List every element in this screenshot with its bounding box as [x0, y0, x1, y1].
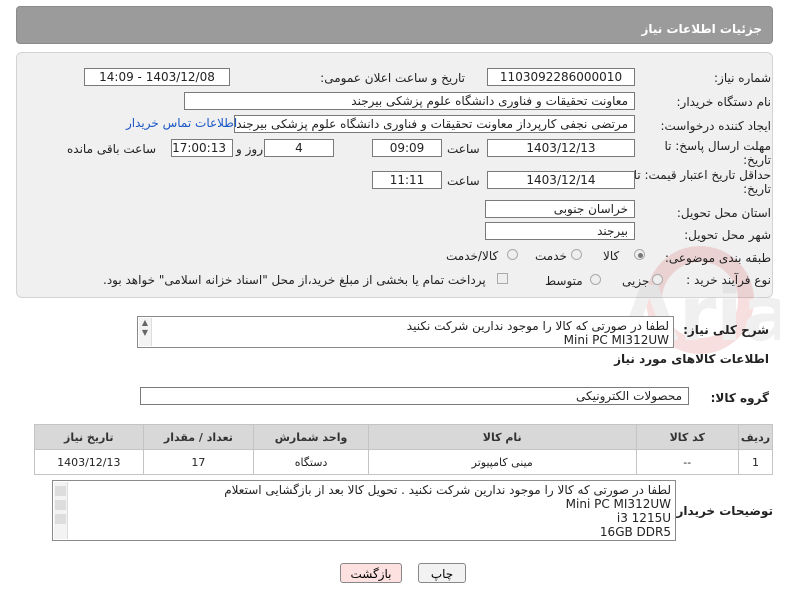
category-goods-label: کالا — [603, 249, 620, 263]
page-header: جزئیات اطلاعات نیاز — [16, 6, 773, 44]
scroll-track[interactable] — [55, 500, 66, 510]
remaining-time-label: ساعت باقی مانده — [67, 142, 157, 156]
desc-scrollbar[interactable]: ▲ ▼ — [139, 318, 152, 346]
category-goods-service-radio[interactable] — [507, 249, 518, 260]
buyer-notes-textarea[interactable]: لطفا در صورتی که کالا را موجود ندارین شر… — [52, 480, 676, 541]
validity-label-2: تاریخ: — [743, 182, 771, 196]
days-remaining-field: 4 — [264, 139, 334, 157]
remaining-time-field: 17:00:13 — [171, 139, 233, 157]
print-button[interactable]: چاپ — [418, 563, 466, 583]
category-goods-radio[interactable] — [634, 249, 645, 260]
validity-time-field: 11:11 — [372, 171, 442, 189]
col-unit: واحد شمارش — [253, 424, 369, 450]
validity-time-label: ساعت — [447, 174, 480, 188]
buyer-org-label: نام دستگاه خریدار: — [676, 95, 772, 109]
cell-need-date: 1403/12/13 — [34, 449, 144, 475]
purchase-type-label: نوع فرآیند خرید : — [686, 273, 771, 287]
deadline-date-field: 1403/12/13 — [487, 139, 635, 157]
category-label: طبقه بندی موضوعی: — [664, 251, 771, 265]
city-label: شهر محل تحویل: — [684, 228, 771, 242]
cell-row: 1 — [737, 449, 774, 475]
desc-line: Mini PC MI312UW — [563, 333, 669, 347]
desc-label: شرح کلی نیاز: — [683, 323, 769, 337]
cell-name: مینی کامپیوتر — [367, 449, 637, 475]
scroll-up-icon[interactable]: ▲ — [139, 318, 151, 328]
goods-info-heading: اطلاعات کالاهای مورد نیاز — [614, 352, 769, 366]
back-button[interactable]: بازگشت — [340, 563, 402, 583]
need-number-field: 1103092286000010 — [487, 68, 635, 86]
buyer-org-field: معاونت تحقیقات و فناوری دانشگاه علوم پزش… — [184, 92, 635, 110]
creator-field: مرتضی نجفی کارپرداز معاونت تحقیقات و فنا… — [234, 115, 635, 133]
purchase-medium-radio[interactable] — [590, 274, 601, 285]
notes-line: i3 1215U — [616, 511, 671, 525]
notes-line: لطفا در صورتی که کالا را موجود ندارین شر… — [224, 483, 671, 497]
deadline-label-2: تاریخ: — [743, 153, 771, 167]
cell-unit: دستگاه — [253, 449, 369, 475]
cell-code: -- — [635, 449, 739, 475]
buyer-notes-label: توضیحات خریدار: — [671, 504, 773, 518]
page-title: جزئیات اطلاعات نیاز — [641, 22, 762, 36]
category-service-radio[interactable] — [571, 249, 582, 260]
col-row: ردیف — [737, 424, 774, 450]
announce-datetime-label: تاریخ و ساعت اعلان عمومی: — [320, 71, 465, 85]
desc-textarea[interactable]: ▲ ▼ لطفا در صورتی که کالا را موجود نداری… — [137, 316, 674, 348]
purchase-medium-label: متوسط — [545, 274, 583, 288]
table-header-row: ردیف کد کالا نام کالا واحد شمارش تعداد /… — [34, 424, 774, 450]
desc-line: لطفا در صورتی که کالا را موجود ندارین شر… — [406, 319, 669, 333]
scroll-track[interactable] — [55, 514, 66, 524]
col-quantity: تعداد / مقدار — [142, 424, 255, 450]
notes-scrollbar[interactable] — [54, 482, 68, 539]
notes-line: 16GB DDR5 — [599, 525, 671, 539]
day-and-label: روز و — [236, 142, 263, 156]
scroll-thumb[interactable] — [55, 486, 66, 496]
buyer-contact-link[interactable]: اطلاعات تماس خریدار — [126, 116, 237, 130]
purchase-small-label: جزیی — [622, 274, 650, 288]
category-goods-service-label: کالا/خدمت — [446, 249, 499, 263]
treasury-payment-checkbox[interactable] — [497, 273, 508, 284]
announce-datetime-field: 1403/12/08 - 14:09 — [84, 68, 230, 86]
province-field: خراسان جنوبی — [485, 200, 635, 218]
deadline-label: مهلت ارسال پاسخ: تا — [664, 139, 771, 153]
creator-label: ایجاد کننده درخواست: — [660, 119, 771, 133]
category-service-label: خدمت — [535, 249, 567, 263]
deadline-time-field: 09:09 — [372, 139, 442, 157]
province-label: استان محل تحویل: — [676, 206, 771, 220]
col-name: نام کالا — [367, 424, 637, 450]
notes-line: Mini PC MI312UW — [565, 497, 671, 511]
validity-label: حداقل تاریخ اعتبار قیمت: تا — [633, 168, 771, 182]
treasury-payment-note: پرداخت تمام یا بخشی از مبلغ خرید،از محل … — [103, 273, 486, 287]
col-code: کد کالا — [635, 424, 739, 450]
goods-group-label: گروه کالا: — [710, 391, 769, 405]
scroll-down-icon[interactable]: ▼ — [139, 328, 151, 338]
goods-table: ردیف کد کالا نام کالا واحد شمارش تعداد /… — [34, 424, 774, 475]
goods-group-field: محصولات الکترونیکی — [140, 387, 689, 405]
city-field: بیرجند — [485, 222, 635, 240]
validity-date-field: 1403/12/14 — [487, 171, 635, 189]
table-row: 1 -- مینی کامپیوتر دستگاه 17 1403/12/13 — [34, 449, 774, 475]
col-need-date: تاریخ نیاز — [34, 424, 144, 450]
need-number-label: شماره نیاز: — [714, 71, 771, 85]
cell-quantity: 17 — [142, 449, 255, 475]
deadline-time-label: ساعت — [447, 142, 480, 156]
purchase-small-radio[interactable] — [652, 274, 663, 285]
